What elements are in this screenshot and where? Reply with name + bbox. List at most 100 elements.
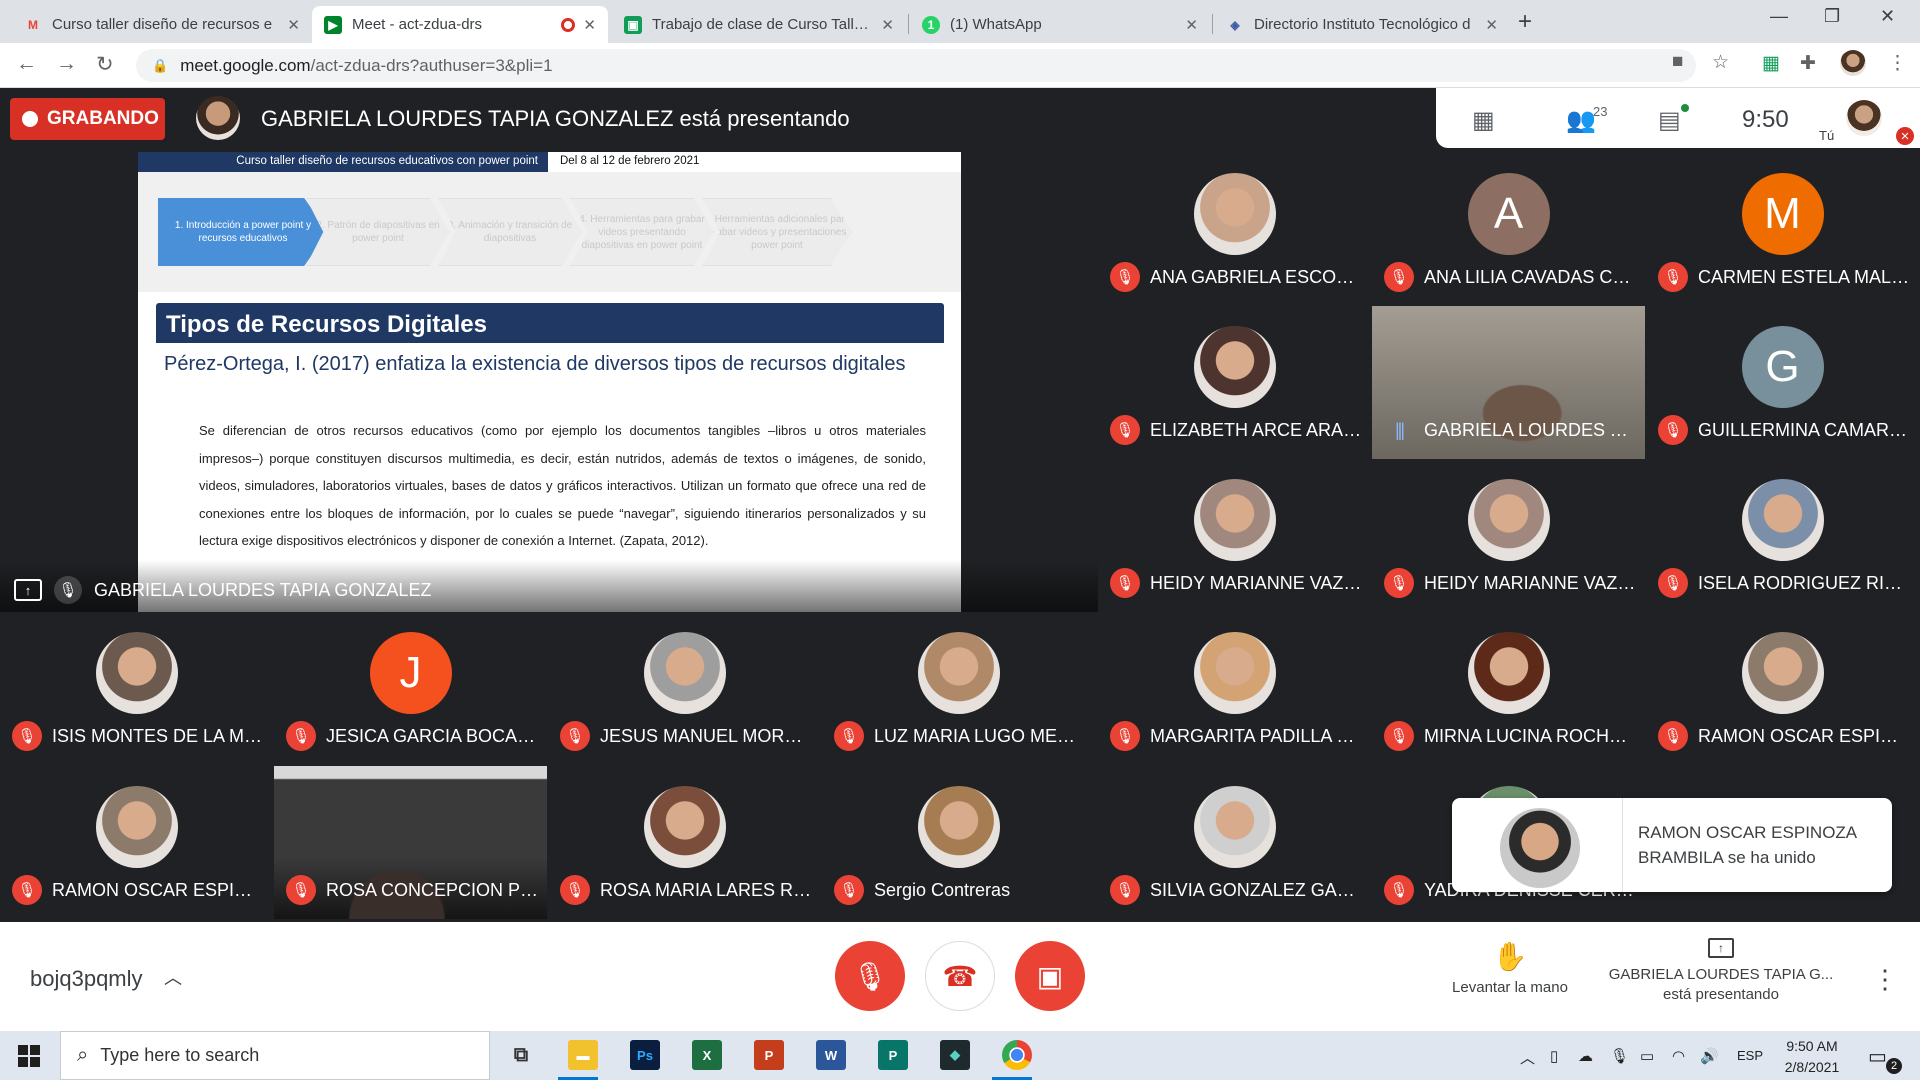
maximize-icon[interactable]: ❐ <box>1824 6 1840 27</box>
presenter-avatar <box>196 96 240 140</box>
present-screen-icon[interactable]: ↑ <box>14 579 42 601</box>
participant-tile[interactable]: G 🎙 GUILLERMINA CAMARE... <box>1646 306 1919 459</box>
tab-whatsapp[interactable]: 1 (1) WhatsApp ✕ <box>910 6 1210 43</box>
chrome-icon[interactable] <box>1002 1040 1032 1070</box>
mic-off-icon: 🎙 <box>560 721 590 751</box>
camera-indicator-icon[interactable]: ■ <box>1672 51 1683 73</box>
chevron-up-icon[interactable]: ︿ <box>164 964 182 990</box>
people-icon[interactable]: 👥 <box>1566 106 1596 135</box>
tray-chevron-up-icon[interactable]: ︿ <box>1520 1047 1535 1068</box>
file-explorer-icon[interactable]: ▬ <box>568 1040 598 1070</box>
mic-off-icon: 🎙 <box>1658 721 1688 751</box>
participant-tile[interactable]: 🎙 MARGARITA PADILLA RA... <box>1098 612 1371 765</box>
windows-start-icon[interactable] <box>18 1045 40 1067</box>
close-icon[interactable]: ✕ <box>1485 16 1498 34</box>
wifi-icon[interactable]: ◠ <box>1672 1047 1685 1065</box>
raise-hand-button[interactable]: ✋ Levantar la mano <box>1440 940 1580 996</box>
photoshop-icon[interactable]: Ps <box>630 1040 660 1070</box>
presenting-status-button[interactable]: ↑ GABRIELA LOURDES TAPIA G... está prese… <box>1598 938 1844 1003</box>
taskbar-search-input[interactable]: ⌕ Type here to search <box>60 1031 490 1080</box>
minimize-icon[interactable]: — <box>1770 6 1788 27</box>
more-options-icon[interactable]: ⋮ <box>1872 964 1898 995</box>
participant-avatar <box>1193 786 1276 868</box>
participant-tile[interactable]: 🎙 ROSA MARIA LARES REY... <box>548 766 821 919</box>
mic-off-icon: 🎙 <box>12 721 42 751</box>
participant-tile[interactable]: 🎙 RAMON OSCAR ESPINOZ... <box>0 766 273 919</box>
close-icon[interactable]: ✕ <box>287 16 300 34</box>
participant-tile[interactable]: 🎙 HEIDY MARIANNE VAZQ... <box>1372 459 1645 612</box>
participant-tile[interactable]: 🎙 ISIS MONTES DE LA MO... <box>0 612 273 765</box>
participant-tile[interactable]: ||| GABRIELA LOURDES TAP... <box>1372 306 1645 459</box>
participants-count: 23 <box>1593 104 1608 119</box>
participant-tile[interactable]: 🎙 ELIZABETH ARCE ARAG... <box>1098 306 1371 459</box>
participant-tile[interactable]: 🎙 ISELA RODRIGUEZ RIVERA <box>1646 459 1919 612</box>
address-bar: ← → ↻ 🔒 meet.google.com/act-zdua-drs?aut… <box>0 43 1920 88</box>
editor-icon[interactable]: ◆ <box>940 1040 970 1070</box>
join-notification[interactable]: RAMON OSCAR ESPINOZA BRAMBILA se ha unid… <box>1452 798 1892 892</box>
meeting-code[interactable]: bojq3pqmly <box>30 966 143 992</box>
powerpoint-icon[interactable]: P <box>754 1040 784 1070</box>
participant-name-row: 🎙 ISELA RODRIGUEZ RIVERA <box>1658 568 1911 598</box>
grid-layout-icon[interactable]: ▦ <box>1472 106 1495 135</box>
participant-tile[interactable]: 🎙 Sergio Contreras <box>822 766 1095 919</box>
participant-tile[interactable]: 🎙 HEIDY MARIANNE VAZQ... <box>1098 459 1371 612</box>
profile-avatar[interactable] <box>1840 50 1866 76</box>
notification-center-icon[interactable]: ▭ <box>1868 1044 1887 1069</box>
slide-step: 4. Herramientas para grabar videos prese… <box>570 198 714 266</box>
window-close-icon[interactable]: ✕ <box>1880 6 1895 27</box>
participant-tile[interactable]: J 🎙 JESICA GARCIA BOCANE... <box>274 612 547 765</box>
participant-name: MARGARITA PADILLA RA... <box>1150 725 1363 746</box>
participant-name-row: 🎙 ELIZABETH ARCE ARAG... <box>1110 415 1363 445</box>
participant-tile[interactable]: 🎙 MIRNA LUCINA ROCHA P... <box>1372 612 1645 765</box>
reload-icon[interactable]: ↻ <box>96 52 114 77</box>
participant-tile[interactable]: 🎙 RAMON OSCAR ESPINOZ... <box>1646 612 1919 765</box>
mic-off-icon: 🎙 <box>286 875 316 905</box>
tab-directory[interactable]: ◈ Directorio Instituto Tecnológico d ✕ <box>1214 6 1510 43</box>
participant-name-row: ||| GABRIELA LOURDES TAP... <box>1384 415 1637 445</box>
participant-tile[interactable]: A 🎙 ANA LILIA CAVADAS CO... <box>1372 153 1645 306</box>
new-tab-button[interactable]: + <box>1518 8 1532 36</box>
tray-device-icon[interactable]: ▯ <box>1550 1047 1558 1065</box>
slide-course-title: Curso taller diseño de recursos educativ… <box>138 152 548 172</box>
tab-gmail[interactable]: M Curso taller diseño de recursos e ✕ <box>12 6 312 43</box>
mic-off-icon: 🎙 <box>1384 875 1414 905</box>
slide-step: 3. Animación y transición de diapositiva… <box>438 198 582 266</box>
chat-icon[interactable]: ▤ <box>1658 106 1681 135</box>
browser-menu-icon[interactable]: ⋮ <box>1888 52 1907 75</box>
close-icon[interactable]: ✕ <box>1185 16 1198 34</box>
onedrive-icon[interactable]: ☁ <box>1578 1047 1593 1065</box>
language-indicator[interactable]: ESP <box>1737 1048 1763 1063</box>
camera-toggle-button[interactable]: ▣ <box>1015 941 1085 1011</box>
participant-tile[interactable]: 🎙 JESUS MANUEL MOREN... <box>548 612 821 765</box>
tab-classroom[interactable]: ▣ Trabajo de clase de Curso Taller D ✕ <box>612 6 906 43</box>
participant-tile[interactable]: 🎙 LUZ MARIA LUGO MEND... <box>822 612 1095 765</box>
participant-avatar <box>917 786 1000 868</box>
meet-icon: ▶ <box>324 15 342 34</box>
self-view-avatar[interactable] <box>1846 100 1882 136</box>
participant-name: ELIZABETH ARCE ARAG... <box>1150 419 1363 440</box>
close-icon[interactable]: ✕ <box>881 16 894 34</box>
back-icon[interactable]: ← <box>16 52 37 76</box>
word-icon[interactable]: W <box>816 1040 846 1070</box>
microphone-icon[interactable]: 🎙 <box>1610 1047 1629 1065</box>
volume-icon[interactable]: 🔊 <box>1700 1047 1719 1065</box>
excel-icon[interactable]: X <box>692 1040 722 1070</box>
forward-icon[interactable]: → <box>56 52 77 76</box>
participant-name-row: 🎙 CARMEN ESTELA MALD... <box>1658 262 1911 292</box>
publisher-icon[interactable]: P <box>878 1040 908 1070</box>
battery-icon[interactable]: ▭ <box>1640 1047 1654 1065</box>
sheets-extension-icon[interactable]: ▦ <box>1762 52 1780 75</box>
tab-meet[interactable]: ▶ Meet - act-zdua-drs ✕ <box>312 6 608 43</box>
participant-tile[interactable]: M 🎙 CARMEN ESTELA MALD... <box>1646 153 1919 306</box>
taskbar-clock[interactable]: 9:50 AM 2/8/2021 <box>1766 1036 1858 1078</box>
bookmark-star-icon[interactable]: ☆ <box>1712 51 1729 74</box>
url-field[interactable]: 🔒 meet.google.com/act-zdua-drs?authuser=… <box>136 49 1696 82</box>
extensions-puzzle-icon[interactable]: ✚ <box>1800 52 1816 75</box>
task-view-icon[interactable]: ⧉ <box>506 1040 536 1070</box>
participant-tile[interactable]: 🎙 ANA GABRIELA ESCOBE... <box>1098 153 1371 306</box>
close-icon[interactable]: ✕ <box>583 16 596 34</box>
participant-tile[interactable]: 🎙 SILVIA GONZALEZ GARCIA <box>1098 766 1371 919</box>
leave-call-button[interactable]: ☎ <box>925 941 995 1011</box>
mic-toggle-button[interactable]: 🎙 <box>835 941 905 1011</box>
participant-tile[interactable]: 🎙 ROSA CONCEPCION PIZ... <box>274 766 547 919</box>
